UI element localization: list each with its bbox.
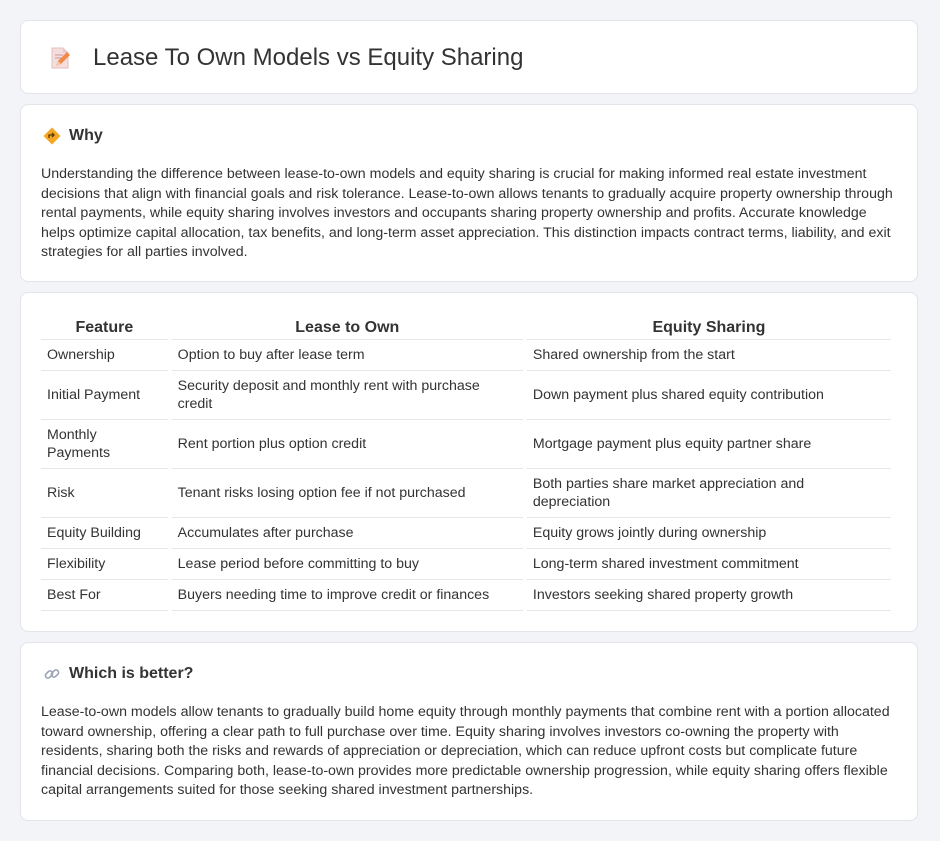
feature-cell: Equity Building xyxy=(41,518,168,549)
equity-sharing-cell: Long-term shared investment commitment xyxy=(526,549,891,580)
which-is-better-heading: Which is better? xyxy=(69,665,194,682)
table-row: Flexibility Lease period before committi… xyxy=(41,549,891,580)
equity-sharing-cell: Shared ownership from the start xyxy=(526,340,891,371)
lease-to-own-cell: Rent portion plus option credit xyxy=(171,420,523,469)
feature-cell: Monthly Payments xyxy=(41,420,168,469)
why-heading: Why xyxy=(69,127,103,144)
lease-to-own-cell: Accumulates after purchase xyxy=(171,518,523,549)
table-header-row: Feature Lease to Own Equity Sharing xyxy=(41,313,891,340)
feature-cell: Risk xyxy=(41,469,168,518)
column-header-lease-to-own: Lease to Own xyxy=(171,313,523,340)
link-icon xyxy=(44,669,60,679)
road-sign-icon xyxy=(43,127,61,145)
table-row: Ownership Option to buy after lease term… xyxy=(41,340,891,371)
comparison-table: Feature Lease to Own Equity Sharing Owne… xyxy=(37,313,895,611)
lease-to-own-cell: Lease period before committing to buy xyxy=(171,549,523,580)
lease-to-own-cell: Tenant risks losing option fee if not pu… xyxy=(171,469,523,518)
lease-to-own-cell: Option to buy after lease term xyxy=(171,340,523,371)
why-text: Understanding the difference between lea… xyxy=(41,166,893,261)
equity-sharing-cell: Both parties share market appreciation a… xyxy=(526,469,891,518)
lease-to-own-cell: Buyers needing time to improve credit or… xyxy=(171,580,523,611)
table-row: Monthly Payments Rent portion plus optio… xyxy=(41,420,891,469)
why-section: Why Understanding the difference between… xyxy=(20,104,918,282)
feature-cell: Ownership xyxy=(41,340,168,371)
feature-cell: Flexibility xyxy=(41,549,168,580)
feature-cell: Best For xyxy=(41,580,168,611)
equity-sharing-cell: Equity grows jointly during ownership xyxy=(526,518,891,549)
which-is-better-section: Which is better? Lease-to-own models all… xyxy=(20,642,918,821)
equity-sharing-cell: Down payment plus shared equity contribu… xyxy=(526,371,891,420)
lease-to-own-cell: Security deposit and monthly rent with p… xyxy=(171,371,523,420)
column-header-feature: Feature xyxy=(41,313,168,340)
table-row: Initial Payment Security deposit and mon… xyxy=(41,371,891,420)
table-row: Risk Tenant risks losing option fee if n… xyxy=(41,469,891,518)
header-card: Lease To Own Models vs Equity Sharing xyxy=(20,20,918,94)
table-row: Equity Building Accumulates after purcha… xyxy=(41,518,891,549)
which-is-better-text: Lease-to-own models allow tenants to gra… xyxy=(41,704,890,799)
column-header-equity-sharing: Equity Sharing xyxy=(526,313,891,340)
document-pencil-icon xyxy=(51,47,70,69)
equity-sharing-cell: Investors seeking shared property growth xyxy=(526,580,891,611)
equity-sharing-cell: Mortgage payment plus equity partner sha… xyxy=(526,420,891,469)
comparison-section: Feature Lease to Own Equity Sharing Owne… xyxy=(20,292,918,632)
table-row: Best For Buyers needing time to improve … xyxy=(41,580,891,611)
page-title: Lease To Own Models vs Equity Sharing xyxy=(93,44,524,71)
feature-cell: Initial Payment xyxy=(41,371,168,420)
